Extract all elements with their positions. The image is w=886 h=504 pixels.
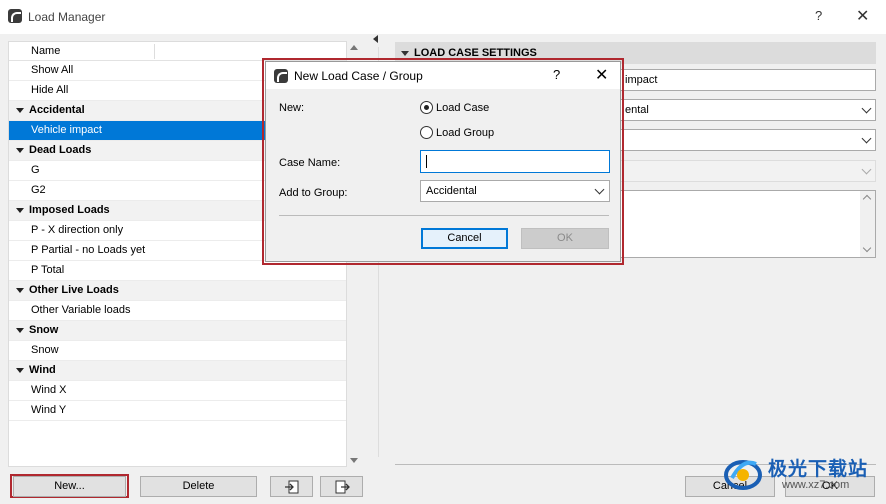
title-bar: Load Manager ? ✕: [0, 0, 886, 34]
chevron-down-icon: [861, 133, 872, 144]
dialog-ok-button: OK: [521, 228, 609, 249]
help-button[interactable]: ?: [815, 8, 822, 23]
watermark-logo-icon: [724, 460, 762, 490]
load-group-label[interactable]: Load Group: [436, 127, 494, 139]
dialog-separator: [279, 215, 609, 216]
delete-button[interactable]: Delete: [140, 476, 257, 497]
scroll-down-icon[interactable]: [350, 458, 358, 463]
disabled-select: [620, 160, 876, 182]
close-button[interactable]: ✕: [856, 6, 869, 26]
list-group-header[interactable]: Other Live Loads: [9, 281, 346, 301]
case-name-field[interactable]: impact: [620, 69, 876, 91]
chevron-down-icon: [861, 164, 872, 175]
new-label: New:: [279, 102, 305, 114]
dialog-title-bar: New Load Case / Group ? ✕: [266, 62, 620, 89]
chevron-down-icon[interactable]: [862, 243, 872, 253]
import-icon: [284, 480, 298, 494]
app-logo-icon: [274, 69, 288, 83]
new-button[interactable]: New...: [13, 476, 126, 497]
column-separator[interactable]: [154, 44, 155, 59]
scroll-up-icon[interactable]: [350, 45, 358, 50]
case-name-label: Case Name:: [279, 157, 341, 169]
group-select-value: ental: [625, 104, 649, 116]
watermark-text: 极光下载站: [768, 459, 869, 480]
load-group-radio[interactable]: [420, 126, 433, 139]
export-button[interactable]: [320, 476, 363, 497]
name-column-header[interactable]: Name: [31, 45, 60, 57]
chevron-down-icon: [861, 103, 872, 114]
dialog-help-button[interactable]: ?: [553, 67, 560, 82]
list-group-header[interactable]: Snow: [9, 321, 346, 341]
chevron-down-icon: [594, 184, 605, 195]
list-group-header[interactable]: Wind: [9, 361, 346, 381]
add-to-group-select[interactable]: Accidental: [420, 180, 610, 202]
watermark-url: www.xz7.com: [782, 479, 850, 491]
textarea-scrollbar[interactable]: [860, 191, 875, 257]
list-item[interactable]: Snow: [9, 341, 346, 361]
add-to-group-label: Add to Group:: [279, 187, 348, 199]
window-title: Load Manager: [28, 10, 106, 24]
add-to-group-value: Accidental: [426, 185, 477, 197]
list-item[interactable]: Wind X: [9, 381, 346, 401]
list-item[interactable]: Wind Y: [9, 401, 346, 421]
export-icon: [335, 480, 350, 494]
app-logo-icon: [8, 9, 22, 23]
dialog-title: New Load Case / Group: [294, 69, 423, 83]
list-item[interactable]: Other Variable loads: [9, 301, 346, 321]
new-load-case-dialog: New Load Case / Group ? ✕ New: Load Case…: [265, 61, 621, 262]
load-case-radio[interactable]: [420, 101, 433, 114]
import-button[interactable]: [270, 476, 313, 497]
load-case-label[interactable]: Load Case: [436, 102, 489, 114]
watermark: 极光下载站 www.xz7.com: [722, 452, 882, 496]
group-select[interactable]: ental: [620, 99, 876, 121]
text-caret: [426, 155, 427, 168]
dialog-close-button[interactable]: ✕: [595, 65, 608, 85]
collapse-panel-icon[interactable]: [373, 35, 378, 43]
type-select[interactable]: [620, 129, 876, 151]
case-name-input[interactable]: [420, 150, 610, 173]
chevron-up-icon[interactable]: [862, 194, 872, 204]
dialog-cancel-button[interactable]: Cancel: [421, 228, 508, 249]
